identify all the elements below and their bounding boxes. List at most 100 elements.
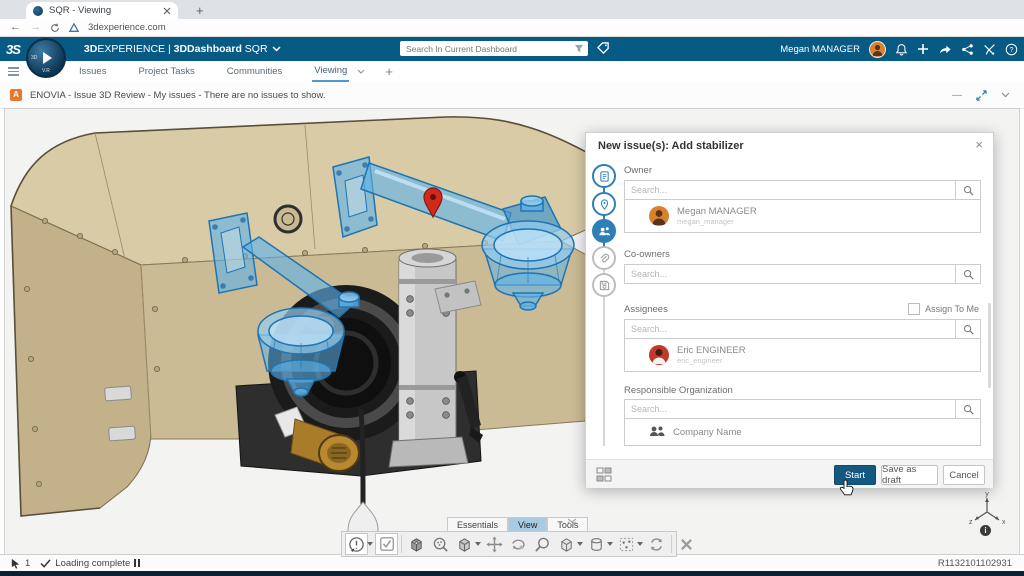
menu-toggle-icon[interactable] bbox=[8, 67, 19, 76]
close-toolbar-icon[interactable] bbox=[675, 533, 698, 555]
assign-to-me[interactable]: Assign To Me bbox=[908, 303, 979, 315]
iso-view-icon[interactable] bbox=[555, 533, 578, 555]
widget-expand-icon[interactable] bbox=[976, 90, 987, 101]
owner-avatar bbox=[649, 206, 669, 226]
site-favicon-icon bbox=[33, 6, 43, 16]
issue-tool-caret-icon[interactable] bbox=[367, 542, 373, 546]
organization-search-icon[interactable] bbox=[955, 399, 981, 419]
widget-minimize-icon[interactable]: — bbox=[952, 90, 962, 101]
assignees-search bbox=[624, 319, 981, 339]
dashboard-search-input[interactable] bbox=[404, 43, 570, 55]
issue-tool-icon[interactable] bbox=[345, 533, 368, 555]
axis-z-label: z bbox=[969, 519, 973, 526]
organization-label: Responsible Organization bbox=[624, 385, 733, 396]
new-issue-dialog: New issue(s): Add stabilizer × Owner bbox=[585, 132, 994, 488]
assign-to-me-label: Assign To Me bbox=[925, 304, 979, 314]
validate-tool-icon[interactable] bbox=[375, 533, 398, 555]
collaboration-tools-icon[interactable] bbox=[983, 43, 996, 56]
owner-search-input[interactable] bbox=[624, 180, 955, 200]
organization-search-input[interactable] bbox=[624, 399, 955, 419]
axis-triad: y x z bbox=[963, 490, 1005, 530]
3dcompass-icon[interactable]: 3D V.R bbox=[26, 38, 66, 78]
brand-divider: | bbox=[168, 43, 171, 55]
explode-tool-caret-icon[interactable] bbox=[637, 542, 643, 546]
toolbar-collapse-icon[interactable] bbox=[566, 517, 578, 527]
assign-to-me-checkbox[interactable] bbox=[908, 303, 920, 315]
zoom-area-icon[interactable] bbox=[531, 533, 554, 555]
section-tool-icon[interactable] bbox=[585, 533, 608, 555]
tab-project-tasks[interactable]: Project Tasks bbox=[136, 62, 196, 81]
forward-icon[interactable]: → bbox=[30, 22, 41, 33]
dashboard-name[interactable]: SQR bbox=[245, 43, 268, 55]
enovia-app-icon: A bbox=[10, 89, 22, 101]
owner-name: Megan MANAGER bbox=[677, 206, 757, 217]
save-as-draft-button[interactable]: Save as draft bbox=[881, 465, 938, 485]
notifications-bell-icon[interactable] bbox=[895, 43, 908, 56]
owner-search-icon[interactable] bbox=[955, 180, 981, 200]
assignee-selected-row[interactable]: Eric ENGINEER eric_engineer bbox=[624, 339, 981, 372]
toolbar-tab-view[interactable]: View bbox=[508, 517, 547, 532]
address-bar: ← → 3dexperience.com bbox=[0, 19, 1024, 37]
help-icon[interactable]: ? bbox=[1005, 43, 1018, 56]
compass-play-icon[interactable] bbox=[43, 52, 52, 64]
back-icon[interactable]: ← bbox=[10, 22, 21, 33]
add-tab-icon[interactable]: + bbox=[385, 64, 393, 79]
step-details-icon[interactable] bbox=[592, 164, 616, 188]
tab-close-icon[interactable] bbox=[163, 7, 171, 15]
check-icon bbox=[40, 559, 51, 568]
tab-viewing[interactable]: Viewing bbox=[312, 61, 349, 82]
organization-name: Company Name bbox=[673, 427, 742, 438]
owner-label: Owner bbox=[624, 165, 652, 176]
toolbar-tab-essentials[interactable]: Essentials bbox=[447, 517, 508, 532]
magnifier-detail-icon[interactable] bbox=[429, 533, 452, 555]
tag-icon[interactable] bbox=[597, 42, 610, 55]
assignees-search-input[interactable] bbox=[624, 319, 955, 339]
browser-tab-strip: SQR - Viewing + bbox=[0, 0, 1024, 19]
coowners-search-input[interactable] bbox=[624, 264, 955, 284]
cancel-button[interactable]: Cancel bbox=[943, 465, 985, 485]
dashboard-chevron-icon[interactable] bbox=[272, 46, 281, 52]
share-nodes-icon[interactable] bbox=[961, 43, 974, 56]
browser-tab[interactable]: SQR - Viewing bbox=[26, 2, 178, 19]
pan-tool-icon[interactable] bbox=[483, 533, 506, 555]
tab-communities[interactable]: Communities bbox=[225, 62, 284, 81]
widget-breadcrumb: ENOVIA - Issue 3D Review - My issues - T… bbox=[30, 90, 326, 101]
explode-tool-icon[interactable] bbox=[615, 533, 638, 555]
step-location-icon[interactable] bbox=[592, 192, 616, 216]
axis-y-label: y bbox=[985, 491, 989, 498]
reset-view-icon[interactable] bbox=[645, 533, 668, 555]
url-text[interactable]: 3dexperience.com bbox=[88, 22, 166, 33]
owner-selected-row[interactable]: Megan MANAGER megan_manager bbox=[624, 200, 981, 233]
step-save-icon[interactable] bbox=[592, 273, 616, 297]
pause-icon[interactable] bbox=[134, 559, 140, 567]
3ds-logo-icon[interactable]: 3S bbox=[6, 42, 20, 57]
tab-issues[interactable]: Issues bbox=[77, 62, 108, 81]
coowners-search-icon[interactable] bbox=[955, 264, 981, 284]
user-avatar[interactable] bbox=[869, 41, 886, 58]
widget-controls: — bbox=[952, 82, 1010, 108]
user-name[interactable]: Megan MANAGER bbox=[780, 44, 860, 55]
render-style-caret-icon[interactable] bbox=[475, 542, 481, 546]
share-arrow-icon[interactable] bbox=[938, 43, 952, 55]
info-icon[interactable]: i bbox=[980, 525, 991, 536]
form-view-toggle-icon[interactable] bbox=[596, 467, 612, 482]
search-filter-icon[interactable] bbox=[574, 44, 584, 54]
add-content-icon[interactable] bbox=[917, 43, 929, 55]
organization-selected-row[interactable]: Company Name bbox=[624, 419, 981, 446]
reload-icon[interactable] bbox=[50, 23, 60, 33]
loading-message: Loading complete bbox=[55, 558, 130, 569]
assignees-search-icon[interactable] bbox=[955, 319, 981, 339]
new-tab-icon[interactable]: + bbox=[196, 3, 204, 18]
dialog-scrollbar[interactable] bbox=[988, 303, 991, 388]
structure-tool-icon[interactable] bbox=[405, 533, 428, 555]
mouse-cursor bbox=[840, 479, 855, 496]
widget-menu-chevron-icon[interactable] bbox=[1001, 92, 1010, 98]
step-attachments-icon[interactable] bbox=[592, 246, 616, 270]
rotate-tool-icon[interactable] bbox=[507, 533, 530, 555]
render-style-icon[interactable] bbox=[453, 533, 476, 555]
dialog-close-icon[interactable]: × bbox=[975, 137, 983, 152]
step-people-icon[interactable] bbox=[592, 219, 616, 243]
tab-options-chevron-icon[interactable] bbox=[357, 69, 365, 74]
section-tool-caret-icon[interactable] bbox=[607, 542, 613, 546]
iso-view-caret-icon[interactable] bbox=[577, 542, 583, 546]
